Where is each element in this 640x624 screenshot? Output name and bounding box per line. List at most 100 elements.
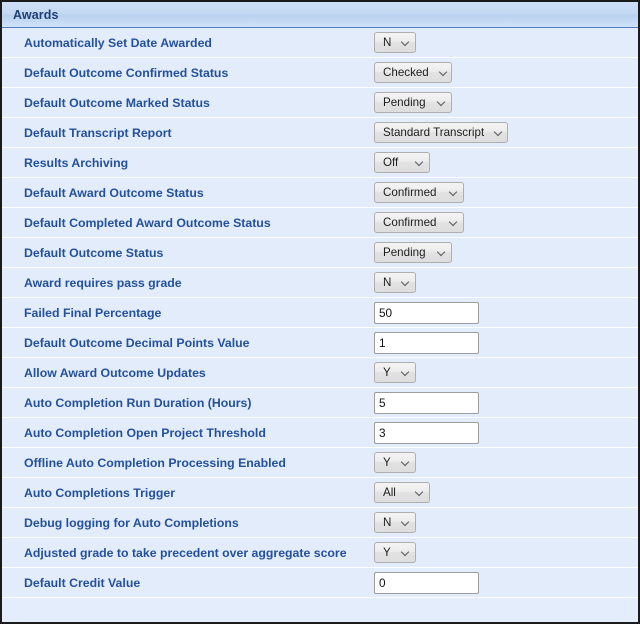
- settings-row: Default Completed Award Outcome Status Co…: [2, 208, 638, 238]
- select-value: N: [383, 275, 392, 289]
- setting-text-input[interactable]: [374, 301, 479, 324]
- setting-control: Confirmed: [374, 182, 638, 203]
- chevron-down-icon: [415, 158, 424, 167]
- setting-control: Y: [374, 542, 638, 563]
- setting-control: Pending: [374, 92, 638, 113]
- setting-label: Default Credit Value: [24, 575, 141, 590]
- setting-control: [374, 331, 638, 354]
- setting-text-input[interactable]: [374, 331, 479, 354]
- chevron-down-icon: [449, 218, 458, 227]
- select-value: Pending: [383, 95, 426, 109]
- page-title: Awards: [13, 7, 59, 22]
- setting-control: Y: [374, 452, 638, 473]
- select-value: N: [383, 35, 392, 49]
- chevron-down-icon: [401, 38, 410, 47]
- chevron-down-icon: [401, 458, 410, 467]
- chevron-down-icon: [401, 278, 410, 287]
- setting-text-input[interactable]: [374, 421, 479, 444]
- setting-label: Award requires pass grade: [24, 275, 182, 290]
- select-value: Standard Transcript: [383, 125, 485, 139]
- setting-control: Checked: [374, 62, 638, 83]
- setting-label: Default Completed Award Outcome Status: [24, 215, 271, 230]
- setting-label: Auto Completion Run Duration (Hours): [24, 395, 252, 410]
- settings-row: Default Outcome Decimal Points Value: [2, 328, 638, 358]
- settings-row: Results Archiving Off: [2, 148, 638, 178]
- setting-select[interactable]: Y: [374, 542, 416, 563]
- setting-select[interactable]: Standard Transcript: [374, 122, 508, 143]
- setting-label: Default Outcome Confirmed Status: [24, 65, 229, 80]
- setting-select[interactable]: Confirmed: [374, 212, 464, 233]
- chevron-down-icon: [439, 68, 448, 77]
- settings-row: Default Credit Value: [2, 568, 638, 598]
- settings-row: Auto Completion Open Project Threshold: [2, 418, 638, 448]
- awards-settings-panel: Awards Automatically Set Date Awarded N De…: [0, 0, 640, 624]
- setting-label: Default Transcript Report: [24, 125, 172, 140]
- setting-control: N: [374, 272, 638, 293]
- setting-text-input[interactable]: [374, 391, 479, 414]
- chevron-down-icon: [437, 98, 446, 107]
- setting-select[interactable]: N: [374, 32, 416, 53]
- setting-select[interactable]: Pending: [374, 92, 452, 113]
- setting-control: [374, 391, 638, 414]
- setting-control: Confirmed: [374, 212, 638, 233]
- setting-label: Failed Final Percentage: [24, 305, 162, 320]
- setting-control: [374, 421, 638, 444]
- setting-label: Default Award Outcome Status: [24, 185, 204, 200]
- setting-label: Offline Auto Completion Processing Enabl…: [24, 455, 286, 470]
- settings-row: Award requires pass grade N: [2, 268, 638, 298]
- select-value: Pending: [383, 245, 426, 259]
- settings-row: Auto Completion Run Duration (Hours): [2, 388, 638, 418]
- setting-label: Adjusted grade to take precedent over ag…: [24, 545, 347, 560]
- settings-row: Auto Completions Trigger All: [2, 478, 638, 508]
- select-value: Confirmed: [383, 185, 437, 199]
- setting-select[interactable]: N: [374, 272, 416, 293]
- chevron-down-icon: [494, 128, 503, 137]
- setting-select[interactable]: Y: [374, 452, 416, 473]
- setting-select[interactable]: Pending: [374, 242, 452, 263]
- setting-label: Default Outcome Status: [24, 245, 164, 260]
- setting-label: Auto Completion Open Project Threshold: [24, 425, 266, 440]
- chevron-down-icon: [415, 488, 424, 497]
- setting-text-input[interactable]: [374, 571, 479, 594]
- select-value: All: [383, 485, 396, 499]
- settings-row: Default Award Outcome Status Confirmed: [2, 178, 638, 208]
- setting-select[interactable]: Y: [374, 362, 416, 383]
- setting-label: Debug logging for Auto Completions: [24, 515, 239, 530]
- setting-select[interactable]: Checked: [374, 62, 452, 83]
- select-value: Off: [383, 155, 399, 169]
- settings-row: Default Transcript Report Standard Transc…: [2, 118, 638, 148]
- select-value: Y: [383, 545, 391, 559]
- settings-row: Default Outcome Confirmed Status Checked: [2, 58, 638, 88]
- setting-select[interactable]: Confirmed: [374, 182, 464, 203]
- settings-row: Allow Award Outcome Updates Y: [2, 358, 638, 388]
- setting-control: Pending: [374, 242, 638, 263]
- select-value: Confirmed: [383, 215, 437, 229]
- settings-row: Adjusted grade to take precedent over ag…: [2, 538, 638, 568]
- setting-select[interactable]: N: [374, 512, 416, 533]
- setting-control: Standard Transcript: [374, 122, 638, 143]
- chevron-down-icon: [401, 518, 410, 527]
- setting-control: All: [374, 482, 638, 503]
- settings-row: Automatically Set Date Awarded N: [2, 28, 638, 58]
- chevron-down-icon: [437, 248, 446, 257]
- select-value: Y: [383, 365, 391, 379]
- settings-row: Offline Auto Completion Processing Enabl…: [2, 448, 638, 478]
- settings-list: Automatically Set Date Awarded N Default O…: [2, 28, 638, 598]
- select-value: Y: [383, 455, 391, 469]
- setting-label: Results Archiving: [24, 155, 129, 170]
- settings-row: Default Outcome Marked Status Pending: [2, 88, 638, 118]
- select-value: N: [383, 515, 392, 529]
- setting-label: Automatically Set Date Awarded: [24, 35, 212, 50]
- chevron-down-icon: [401, 548, 410, 557]
- setting-control: Off: [374, 152, 638, 173]
- setting-label: Default Outcome Decimal Points Value: [24, 335, 250, 350]
- setting-control: [374, 571, 638, 594]
- settings-row: Failed Final Percentage: [2, 298, 638, 328]
- settings-row: Default Outcome Status Pending: [2, 238, 638, 268]
- setting-select[interactable]: Off: [374, 152, 430, 173]
- setting-select[interactable]: All: [374, 482, 430, 503]
- setting-label: Auto Completions Trigger: [24, 485, 175, 500]
- panel-header: Awards: [2, 2, 638, 28]
- setting-control: Y: [374, 362, 638, 383]
- chevron-down-icon: [401, 368, 410, 377]
